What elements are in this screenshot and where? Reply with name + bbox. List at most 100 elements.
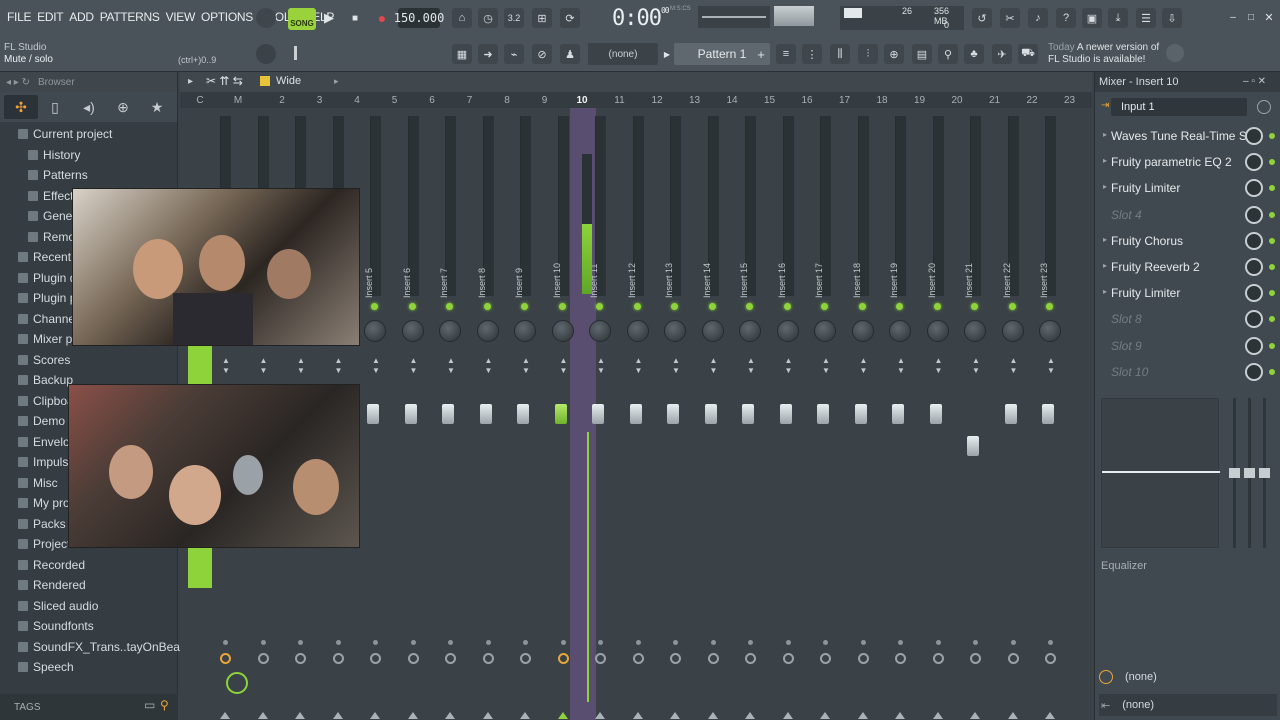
plugin-link-icon[interactable]: ⊘ [532,44,552,64]
slot-mix-knob[interactable] [1245,310,1263,329]
send-knob[interactable] [670,653,681,664]
main-pitch-slider[interactable] [288,46,408,60]
slot-mix-knob[interactable] [1245,127,1263,145]
menu-add[interactable]: ADD [66,10,96,24]
route-dot[interactable] [935,640,941,645]
send-knob[interactable] [895,653,906,664]
playlist-icon[interactable]: ≡ [776,44,796,64]
route-dot[interactable] [748,640,753,645]
stereo-arrows-icon[interactable]: ▲ ▼ [371,356,381,376]
insert-enable-led[interactable] [746,303,753,310]
route-arrow-icon[interactable] [370,712,380,719]
insert-enable-led[interactable] [1046,303,1053,310]
stereo-arrows-icon[interactable]: ▲ ▼ [446,356,456,376]
pan-knob[interactable] [739,320,761,342]
route-dot[interactable] [898,640,903,645]
volume-fader[interactable] [817,404,829,424]
chat-icon[interactable]: ☰ [1136,8,1156,28]
effect-slot[interactable]: ▸ Fruity Reeverb 2 [1099,255,1277,279]
route-dot[interactable] [973,640,978,645]
send-knob[interactable] [407,653,419,664]
route-dot[interactable] [635,640,641,645]
send-knob[interactable] [257,653,269,664]
insert-enable-led[interactable] [521,303,528,310]
send-knob[interactable] [1045,653,1056,664]
pan-knob[interactable] [664,320,686,342]
browser-files-icon[interactable]: ▯ [38,99,72,116]
insert-enable-led[interactable] [671,303,678,310]
browser-item[interactable]: Rendered [18,575,86,595]
browser-star-icon[interactable]: ★ [140,99,174,116]
browser-item[interactable]: Backup [18,370,73,390]
mixer-levels-icon[interactable]: ⫶ [858,44,878,64]
snap-selector[interactable]: (none) [588,43,658,65]
mixer-strip[interactable]: Insert 16 ▲ ▼ [773,108,808,720]
arrow-icon[interactable]: ➜ [478,44,498,64]
route-arrow-icon[interactable] [220,712,230,719]
effect-slot[interactable]: ▸ Fruity parametric EQ 2 [1099,150,1277,174]
slot-mix-knob[interactable] [1245,179,1263,198]
master-send-knob[interactable] [226,672,248,694]
browser-item[interactable]: Packs [18,514,66,534]
slot-enable-led[interactable] [1269,264,1275,270]
slot-enable-led[interactable] [1269,290,1275,297]
volume-fader[interactable] [629,404,642,424]
panel-window-icons[interactable]: – ▫ ✕ [1243,76,1266,87]
touch-keyboard-icon[interactable]: ♣ [964,44,984,64]
volume-fader[interactable] [479,404,492,424]
send-knob[interactable] [932,653,944,664]
route-dot[interactable] [410,640,416,645]
effect-slot[interactable]: ▸ Fruity Limiter [1099,281,1277,305]
effect-slot[interactable]: ▸ Waves Tune Real-Time S.. [1099,124,1277,148]
song-mode-button[interactable]: SONG [288,8,316,30]
browser-item[interactable]: History [28,145,80,165]
browser-all-icon[interactable]: ✣ [4,95,38,119]
volume-fader[interactable] [1042,404,1054,424]
effect-slot[interactable]: Slot 9 [1099,334,1277,358]
insert-enable-led[interactable] [858,303,866,310]
route-arrow-icon[interactable] [745,712,755,719]
stereo-arrows-icon[interactable]: ▲ ▼ [1046,356,1056,376]
slot-enable-led[interactable] [1269,159,1275,166]
route-arrow-icon[interactable] [632,712,643,719]
volume-fader[interactable] [592,404,604,424]
pan-knob[interactable] [964,320,986,342]
insert-enable-led[interactable] [483,303,491,310]
insert-enable-led[interactable] [446,303,453,310]
menu-options[interactable]: OPTIONS [198,10,256,24]
export-icon[interactable]: ⤓ [1108,8,1128,28]
menu-patterns[interactable]: PATTERNS [97,10,163,24]
volume-fader[interactable] [779,404,792,424]
stereo-arrows-icon[interactable]: ▲ ▼ [259,356,269,376]
slot-mix-knob[interactable] [1245,336,1263,355]
volume-fader[interactable] [854,404,867,424]
pan-knob[interactable] [1001,320,1024,342]
send-knob[interactable] [857,653,869,664]
pan-knob[interactable] [514,320,536,342]
stereo-arrows-icon[interactable]: ▲ ▼ [1009,356,1019,376]
slot-mix-knob[interactable] [1245,284,1263,303]
route-arrow-icon[interactable] [670,712,680,719]
maximize-icon[interactable]: □ [1244,10,1258,24]
mixer-strip[interactable]: Insert 22 ▲ ▼ [998,108,1033,720]
insert-enable-led[interactable] [596,303,603,310]
pan-knob[interactable] [589,320,611,342]
stereo-arrows-icon[interactable]: ▲ ▼ [409,356,419,376]
browser-item[interactable]: Speech [18,657,74,677]
browser-icon[interactable]: ▤ [912,44,932,64]
route-dot[interactable] [223,640,228,645]
browser-item[interactable]: Scores [18,350,70,370]
tempo-tapper-icon[interactable]: ⊕ [884,44,904,64]
send-knob[interactable] [482,653,494,664]
send-knob[interactable] [520,653,531,664]
pan-knob[interactable] [1039,320,1061,342]
route-dot[interactable] [560,640,566,645]
route-dot[interactable] [1048,640,1053,645]
route-arrow-icon[interactable] [482,712,493,719]
stereo-arrows-icon[interactable]: ▲ ▼ [521,356,531,376]
slot-expand-icon[interactable]: ▸ [1103,130,1107,139]
input-selector[interactable]: Input 1 [1111,98,1247,116]
route-dot[interactable] [523,640,528,645]
stereo-arrows-icon[interactable]: ▲ ▼ [784,356,794,376]
slot-enable-led[interactable] [1269,133,1275,139]
